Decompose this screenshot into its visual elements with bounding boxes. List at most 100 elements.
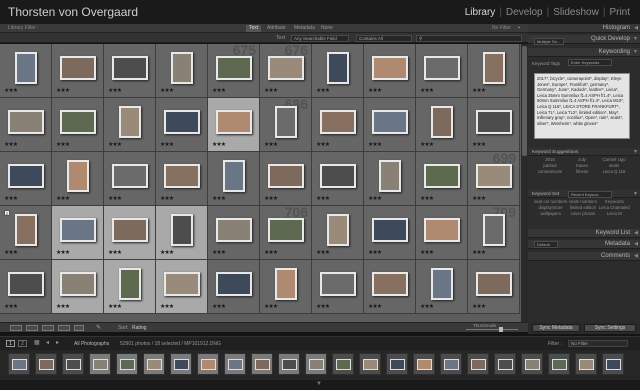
keyword-tags-select[interactable]: Enter Keywords	[568, 59, 612, 66]
grid-cell[interactable]: ★★★	[416, 260, 468, 314]
grid-cell[interactable]: ★★★	[364, 98, 416, 152]
grid-cell[interactable]: 686 ★★★	[260, 98, 312, 152]
photo-thumbnail[interactable]	[424, 56, 460, 80]
filmstrip-thumbnail[interactable]	[440, 353, 462, 375]
rating-stars[interactable]: ★★★	[368, 195, 382, 202]
photo-thumbnail[interactable]	[379, 160, 401, 192]
filmstrip-thumbnail[interactable]	[116, 353, 138, 375]
grid-cell[interactable]: ★★★	[52, 44, 104, 98]
filmstrip-thumbnail[interactable]	[224, 353, 246, 375]
grid-cell[interactable]: ★★★	[156, 260, 208, 314]
search-input[interactable]: ⚲	[416, 35, 522, 42]
grid-cell[interactable]: ★★★	[260, 152, 312, 206]
grid-cell[interactable]: ★★★	[364, 206, 416, 260]
grid-cell[interactable]: ★★★	[104, 98, 156, 152]
filter-tab-text[interactable]: Text	[246, 25, 262, 32]
filter-tab-metadata[interactable]: Metadata	[291, 25, 318, 32]
rating-stars[interactable]: ★★★	[160, 249, 174, 256]
rating-stars[interactable]: ★★★	[56, 141, 70, 148]
keyword-set-item[interactable]: wallpapers	[534, 211, 567, 216]
back-arrow-icon[interactable]: ◂	[46, 339, 49, 346]
photo-thumbnail[interactable]	[275, 106, 297, 138]
module-library[interactable]: Library	[461, 7, 500, 18]
photo-thumbnail[interactable]	[275, 268, 297, 300]
grid-cell[interactable]: ★★★	[0, 152, 52, 206]
photo-thumbnail[interactable]	[8, 272, 44, 296]
grid-cell[interactable]: ★★★	[364, 260, 416, 314]
grid-cell[interactable]: ★★★	[416, 206, 468, 260]
keyword-set-item[interactable]: limited edition	[567, 205, 598, 210]
filter-tab-none[interactable]: None	[318, 25, 336, 32]
rating-stars[interactable]: ★★★	[264, 141, 278, 148]
keyword-suggestion[interactable]: seats	[598, 163, 630, 168]
histogram-panel-header[interactable]: Histogram ◀	[528, 24, 640, 33]
filmstrip-thumbnail[interactable]	[197, 353, 219, 375]
lock-icon[interactable]: ▪	[518, 25, 520, 31]
rating-stars[interactable]: ★★★	[316, 249, 330, 256]
thumbnail-size-handle[interactable]	[499, 327, 503, 332]
rating-stars[interactable]: ★★★	[212, 249, 226, 256]
photo-thumbnail[interactable]	[8, 110, 44, 134]
grid-cell[interactable]: ★★★	[104, 44, 156, 98]
keyword-set-item[interactable]: seats numbers	[567, 199, 598, 204]
keyword-list-panel-header[interactable]: Keyword List ◀	[528, 229, 640, 238]
grid-cell[interactable]: 706 ★★★	[260, 206, 312, 260]
grid-cell[interactable]: ★★★	[156, 44, 208, 98]
grid-cell[interactable]: ★★★ 2	[0, 206, 52, 260]
rating-stars[interactable]: ★★★	[56, 87, 70, 94]
rating-stars[interactable]: ★★★	[4, 195, 18, 202]
grid-cell[interactable]: ★★★	[208, 98, 260, 152]
rating-stars[interactable]: ★★★	[160, 195, 174, 202]
rating-stars[interactable]: ★★★	[4, 303, 18, 310]
photo-thumbnail[interactable]	[372, 56, 408, 80]
rating-stars[interactable]: ★★★	[212, 141, 226, 148]
keyword-suggestion[interactable]: fitness	[566, 169, 598, 174]
searchable-field-select[interactable]: Any Searchable Field	[291, 35, 349, 42]
photo-thumbnail[interactable]	[372, 110, 408, 134]
photo-thumbnail[interactable]	[216, 218, 252, 242]
photo-thumbnail[interactable]	[476, 164, 512, 188]
filmstrip-thumbnail[interactable]	[359, 353, 381, 375]
keywording-panel-header[interactable]: Keywording ▼	[528, 48, 640, 57]
photo-thumbnail[interactable]	[216, 272, 252, 296]
grid-cell[interactable]: ★★★	[52, 98, 104, 152]
rating-stars[interactable]: ★★★	[368, 141, 382, 148]
rating-stars[interactable]: ★★★	[368, 249, 382, 256]
keywords-textarea[interactable]: 2017*, bicycle*, camerapoint*, display*,…	[534, 73, 630, 139]
grid-cell[interactable]: ★★★	[416, 152, 468, 206]
photo-thumbnail[interactable]	[476, 272, 512, 296]
photo-thumbnail[interactable]	[60, 56, 96, 80]
comments-panel-header[interactable]: Comments ◀	[528, 252, 640, 261]
photo-thumbnail[interactable]	[372, 272, 408, 296]
grid-cell[interactable]: ★★★	[468, 260, 520, 314]
photo-thumbnail[interactable]	[60, 272, 96, 296]
keyword-set-item[interactable]: Leica Chamaled	[599, 205, 630, 210]
sort-select[interactable]: Rating	[132, 325, 146, 331]
photo-thumbnail[interactable]	[320, 110, 356, 134]
photo-thumbnail[interactable]	[424, 164, 460, 188]
filmstrip-thumbnail[interactable]	[602, 353, 624, 375]
rating-stars[interactable]: ★★★	[108, 249, 122, 256]
grid-icon[interactable]: ▦	[34, 339, 40, 346]
filmstrip-thumbnail[interactable]	[548, 353, 570, 375]
rating-stars[interactable]: ★★★	[368, 303, 382, 310]
grid-cell[interactable]: ★★★	[208, 152, 260, 206]
photo-thumbnail[interactable]	[164, 164, 200, 188]
grid-cell[interactable]: ★★★	[0, 44, 52, 98]
module-develop[interactable]: Develop	[502, 7, 547, 18]
rating-stars[interactable]: ★★★	[264, 195, 278, 202]
rating-stars[interactable]: ★★★	[212, 195, 226, 202]
keyword-suggestion[interactable]: Leica Q 116	[598, 169, 630, 174]
module-print[interactable]: Print	[605, 7, 634, 18]
grid-cell[interactable]: ★★★	[156, 98, 208, 152]
filter-tab-attribute[interactable]: Attribute	[264, 25, 289, 32]
photo-thumbnail[interactable]	[320, 272, 356, 296]
rating-stars[interactable]: ★★★	[212, 87, 226, 94]
rating-stars[interactable]: ★★★	[316, 87, 330, 94]
filmstrip-thumbnail[interactable]	[575, 353, 597, 375]
photo-thumbnail[interactable]	[424, 218, 460, 242]
photo-thumbnail[interactable]	[119, 106, 141, 138]
filmstrip-source[interactable]: All Photographs	[74, 341, 109, 347]
photo-thumbnail[interactable]	[431, 106, 453, 138]
rating-stars[interactable]: ★★★	[472, 249, 486, 256]
